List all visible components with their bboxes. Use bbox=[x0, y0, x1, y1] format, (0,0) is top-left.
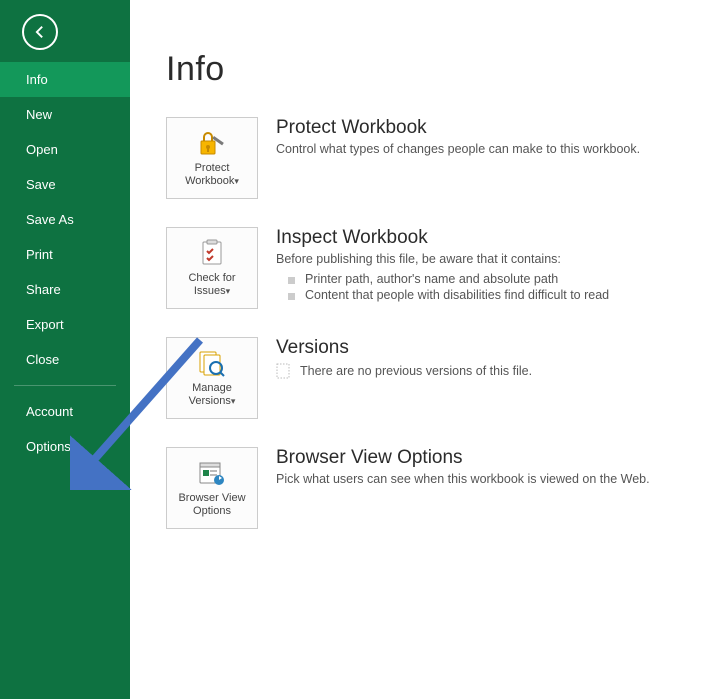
versions-desc: There are no previous versions of this f… bbox=[300, 364, 532, 378]
sidebar-item-account[interactable]: Account bbox=[0, 394, 130, 429]
versions-icon bbox=[197, 348, 227, 378]
chevron-down-icon: ▾ bbox=[234, 176, 239, 186]
document-icon bbox=[276, 363, 290, 379]
list-item: Content that people with disabilities fi… bbox=[276, 288, 678, 302]
sidebar-item-print[interactable]: Print bbox=[0, 237, 130, 272]
section-versions: Manage Versions▾ Versions There are no p… bbox=[166, 337, 678, 419]
sidebar-item-close[interactable]: Close bbox=[0, 342, 130, 377]
tile-label: Manage Versions bbox=[189, 382, 232, 407]
lock-key-icon bbox=[197, 128, 227, 158]
chevron-down-icon: ▾ bbox=[231, 396, 236, 406]
back-button[interactable] bbox=[22, 14, 58, 50]
bullet-text: Printer path, author's name and absolute… bbox=[305, 272, 558, 286]
sidebar-item-info[interactable]: Info bbox=[0, 62, 130, 97]
sidebar-item-saveas[interactable]: Save As bbox=[0, 202, 130, 237]
protect-workbook-button[interactable]: Protect Workbook▾ bbox=[166, 117, 258, 199]
browser-view-icon bbox=[197, 458, 227, 488]
section-protect: Protect Workbook▾ Protect Workbook Contr… bbox=[166, 117, 678, 199]
sidebar-item-options[interactable]: Options bbox=[0, 429, 130, 464]
backstage-sidebar: InfoNewOpenSaveSave AsPrintShareExportCl… bbox=[0, 0, 130, 699]
bullet-icon bbox=[288, 293, 295, 300]
sidebar-item-share[interactable]: Share bbox=[0, 272, 130, 307]
bullet-icon bbox=[288, 277, 295, 284]
browser-view-options-button[interactable]: Browser View Options bbox=[166, 447, 258, 529]
section-title: Protect Workbook bbox=[276, 117, 678, 139]
section-desc: Before publishing this file, be aware th… bbox=[276, 252, 678, 266]
chevron-down-icon: ▾ bbox=[226, 286, 231, 296]
section-desc: Control what types of changes people can… bbox=[276, 142, 678, 156]
manage-versions-button[interactable]: Manage Versions▾ bbox=[166, 337, 258, 419]
sidebar-item-open[interactable]: Open bbox=[0, 132, 130, 167]
check-for-issues-button[interactable]: Check for Issues▾ bbox=[166, 227, 258, 309]
tile-label: Browser View Options bbox=[178, 492, 245, 517]
section-browser: Browser View Options Browser View Option… bbox=[166, 447, 678, 529]
section-title: Versions bbox=[276, 337, 678, 359]
page-title: Info bbox=[166, 50, 678, 89]
sidebar-item-new[interactable]: New bbox=[0, 97, 130, 132]
checklist-icon bbox=[198, 238, 226, 268]
sidebar-item-save[interactable]: Save bbox=[0, 167, 130, 202]
tile-label: Protect Workbook bbox=[185, 162, 234, 187]
list-item: Printer path, author's name and absolute… bbox=[276, 272, 678, 286]
section-inspect: Check for Issues▾ Inspect Workbook Befor… bbox=[166, 227, 678, 309]
section-title: Inspect Workbook bbox=[276, 227, 678, 249]
arrow-left-icon bbox=[31, 23, 49, 41]
content-area: Info Protect Workbook▾ Protect Workbook bbox=[130, 0, 706, 699]
sidebar-item-export[interactable]: Export bbox=[0, 307, 130, 342]
sidebar-separator bbox=[14, 385, 116, 386]
bullet-text: Content that people with disabilities fi… bbox=[305, 288, 609, 302]
section-desc: Pick what users can see when this workbo… bbox=[276, 472, 678, 486]
section-title: Browser View Options bbox=[276, 447, 678, 469]
